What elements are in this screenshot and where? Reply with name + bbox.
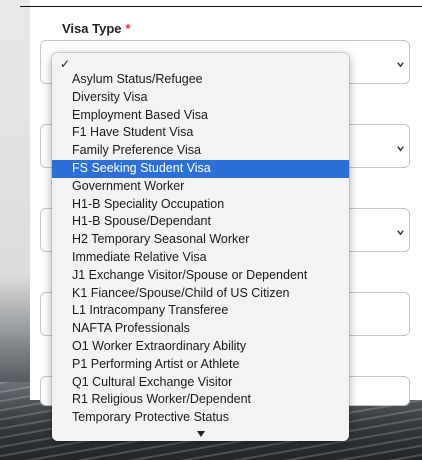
triangle-down-icon	[196, 431, 205, 437]
dropdown-option[interactable]: H1-B Spouse/Dependant	[52, 213, 349, 231]
scroll-down-arrow[interactable]	[52, 425, 349, 441]
dropdown-option[interactable]: F1 Have Student Visa	[52, 124, 349, 142]
dropdown-option[interactable]: O1 Worker Extraordinary Ability	[52, 338, 349, 356]
dropdown-option[interactable]: Diversity Visa	[52, 89, 349, 107]
chevron-down-icon	[396, 224, 405, 236]
dropdown-option[interactable]: P1 Performing Artist or Athlete	[52, 356, 349, 374]
dropdown-option[interactable]: FS Seeking Student Visa	[52, 159, 349, 178]
dropdown-option[interactable]: Asylum Status/Refugee	[52, 71, 349, 89]
visa-type-dropdown[interactable]: ✓ Asylum Status/Refugee Diversity Visa Emp…	[52, 53, 349, 441]
visa-type-label: Visa Type *	[62, 21, 131, 36]
chevron-down-icon	[396, 140, 405, 152]
required-asterisk: *	[125, 21, 131, 36]
dropdown-option[interactable]: Immediate Relative Visa	[52, 249, 349, 267]
visa-type-label-text: Visa Type	[62, 21, 122, 36]
dropdown-option[interactable]: Employment Based Visa	[52, 107, 349, 125]
dropdown-option[interactable]: R1 Religious Worker/Dependent	[52, 391, 349, 409]
dropdown-option[interactable]: Q1 Cultural Exchange Visitor	[52, 374, 349, 392]
dropdown-option[interactable]: K1 Fiancee/Spouse/Child of US Citizen	[52, 285, 349, 303]
header-divider	[20, 6, 422, 7]
dropdown-option[interactable]: Family Preference Visa	[52, 142, 349, 160]
dropdown-option[interactable]: Government Worker	[52, 178, 349, 196]
dropdown-option[interactable]: J1 Exchange Visitor/Spouse or Dependent	[52, 267, 349, 285]
chevron-down-icon	[396, 56, 405, 68]
dropdown-option[interactable]: L1 Intracompany Transferee	[52, 302, 349, 320]
dropdown-option[interactable]: NAFTA Professionals	[52, 320, 349, 338]
dropdown-options: Asylum Status/Refugee Diversity Visa Emplo…	[52, 71, 349, 441]
checkmark-icon: ✓	[60, 57, 71, 71]
dropdown-option[interactable]: H1-B Speciality Occupation	[52, 196, 349, 214]
dropdown-option[interactable]: H2 Temporary Seasonal Worker	[52, 231, 349, 249]
